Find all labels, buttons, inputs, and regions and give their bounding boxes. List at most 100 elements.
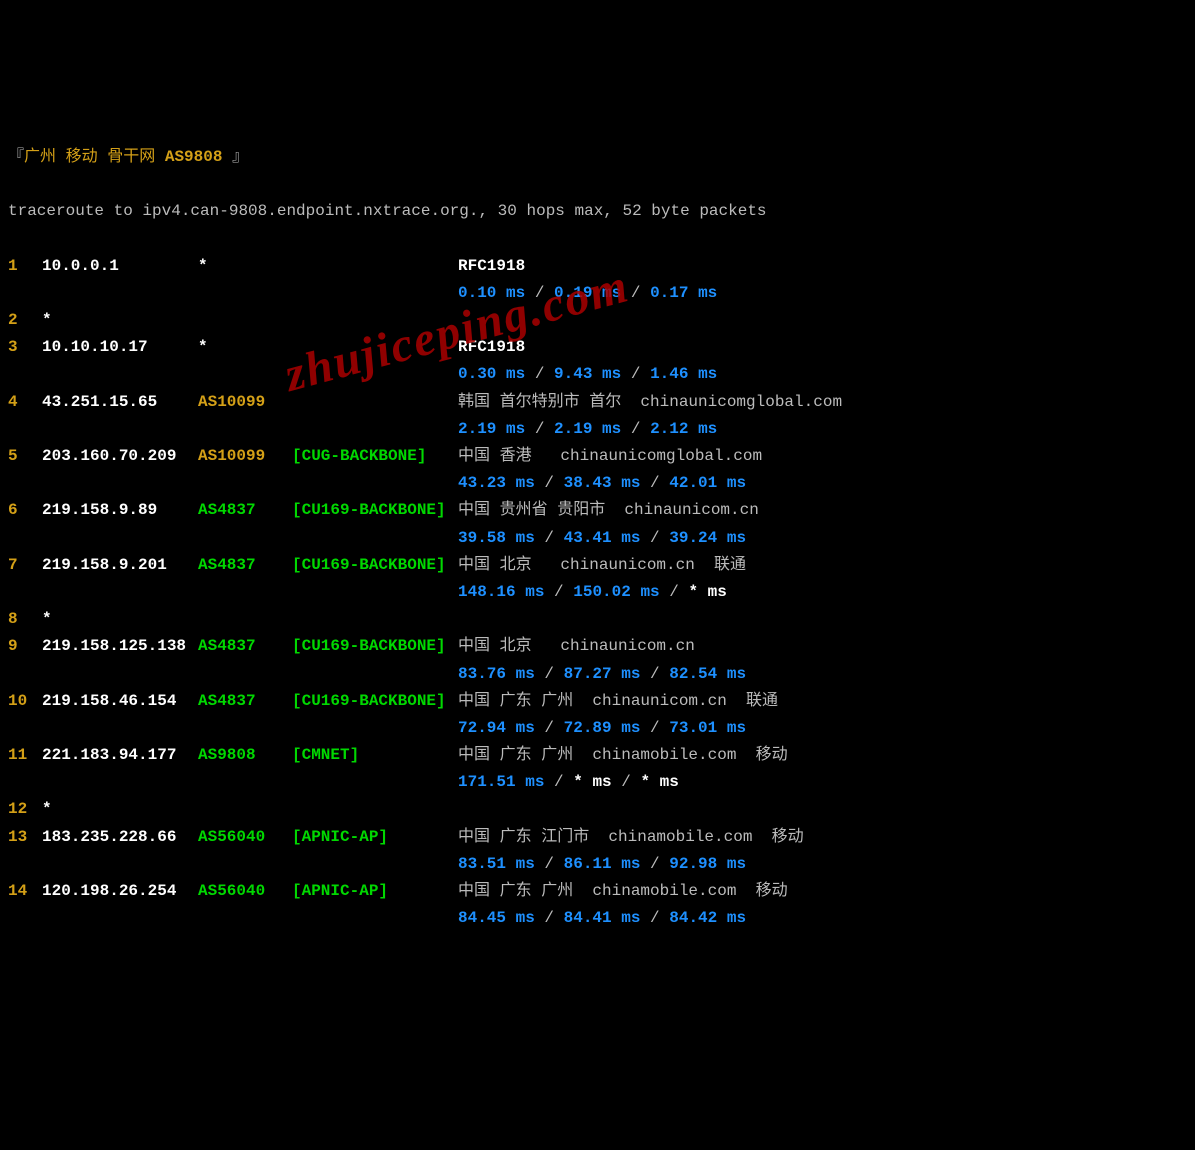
hop-latency-row: 2.19 ms / 2.19 ms / 2.12 ms (8, 416, 1187, 443)
latency-separator: / (535, 474, 564, 492)
latency-separator: / (621, 420, 650, 438)
bracket-open: 『 (8, 148, 24, 166)
hop-number: 11 (8, 742, 42, 769)
hop-asn: AS4837 (198, 552, 292, 579)
hop-netname: [CU169-BACKBONE] (292, 497, 458, 524)
hop-latency-row: 39.58 ms / 43.41 ms / 39.24 ms (8, 525, 1187, 552)
latency-value: * ms (688, 583, 726, 601)
latency-separator: / (640, 665, 669, 683)
hop-location: 中国 北京 chinaunicom.cn 联通 (458, 556, 746, 574)
bracket-close: 』 (232, 148, 248, 166)
hop-asn: AS9808 (198, 742, 292, 769)
hop-location: 中国 广东 广州 chinamobile.com 移动 (458, 746, 788, 764)
hop-row: 10219.158.46.154AS4837[CU169-BACKBONE]中国… (8, 688, 1187, 715)
hop-row: 7219.158.9.201AS4837[CU169-BACKBONE]中国 北… (8, 552, 1187, 579)
latency-value: 148.16 ms (458, 583, 544, 601)
header-as: AS9808 (165, 148, 223, 166)
hop-location: 中国 广东 广州 chinaunicom.cn 联通 (458, 692, 778, 710)
hop-ip: 221.183.94.177 (42, 742, 198, 769)
hop-netname: [CU169-BACKBONE] (292, 552, 458, 579)
latency-value: 1.46 ms (650, 365, 717, 383)
hop-row: 310.10.10.17*RFC1918 (8, 334, 1187, 361)
hop-ip: * (42, 606, 198, 633)
latency-value: 73.01 ms (669, 719, 746, 737)
hop-number: 9 (8, 633, 42, 660)
hop-latency-row: 43.23 ms / 38.43 ms / 42.01 ms (8, 470, 1187, 497)
hop-asn: AS56040 (198, 878, 292, 905)
hop-ip: 219.158.125.138 (42, 633, 198, 660)
header-location: 广州 移动 骨干网 (24, 148, 155, 166)
hop-asn: * (198, 253, 292, 280)
hop-asn: AS10099 (198, 443, 292, 470)
hop-location: 中国 贵州省 贵阳市 chinaunicom.cn (458, 501, 759, 519)
latency-separator: / (640, 855, 669, 873)
hop-asn: AS4837 (198, 497, 292, 524)
hop-ip: * (42, 796, 198, 823)
hop-row: 11221.183.94.177AS9808[CMNET]中国 广东 广州 ch… (8, 742, 1187, 769)
latency-value: 82.54 ms (669, 665, 746, 683)
hop-row: 2* (8, 307, 1187, 334)
hop-row: 443.251.15.65AS10099 韩国 首尔特别市 首尔 chinauni… (8, 389, 1187, 416)
hop-asn: AS10099 (198, 389, 292, 416)
latency-value: 0.10 ms (458, 284, 525, 302)
terminal-output: 『广州 移动 骨干网 AS9808 』 traceroute to ipv4.c… (8, 117, 1187, 960)
hop-number: 6 (8, 497, 42, 524)
latency-separator: / (544, 583, 573, 601)
hop-netname: [CU169-BACKBONE] (292, 688, 458, 715)
latency-value: 2.19 ms (554, 420, 621, 438)
latency-value: 72.89 ms (564, 719, 641, 737)
latency-separator: / (640, 529, 669, 547)
hop-number: 10 (8, 688, 42, 715)
command-line: traceroute to ipv4.can-9808.endpoint.nxt… (8, 198, 1187, 225)
hop-ip: 203.160.70.209 (42, 443, 198, 470)
hop-number: 7 (8, 552, 42, 579)
latency-separator: / (525, 365, 554, 383)
latency-separator: / (660, 583, 689, 601)
hop-location: RFC1918 (458, 338, 525, 356)
hop-latency-row: 84.45 ms / 84.41 ms / 84.42 ms (8, 905, 1187, 932)
hop-latency-row: 72.94 ms / 72.89 ms / 73.01 ms (8, 715, 1187, 742)
hop-asn: AS56040 (198, 824, 292, 851)
latency-separator: / (535, 529, 564, 547)
latency-value: 39.24 ms (669, 529, 746, 547)
hop-location: 韩国 首尔特别市 首尔 chinaunicomglobal.com (458, 393, 842, 411)
hop-number: 4 (8, 389, 42, 416)
hop-ip: 43.251.15.65 (42, 389, 198, 416)
latency-value: 83.51 ms (458, 855, 535, 873)
hop-netname: [CMNET] (292, 742, 458, 769)
hop-number: 13 (8, 824, 42, 851)
latency-separator: / (640, 909, 669, 927)
hop-asn: AS4837 (198, 688, 292, 715)
hop-netname: [CUG-BACKBONE] (292, 443, 458, 470)
latency-separator: / (640, 474, 669, 492)
latency-value: 43.23 ms (458, 474, 535, 492)
hop-ip: 10.10.10.17 (42, 334, 198, 361)
latency-value: 0.17 ms (650, 284, 717, 302)
latency-value: 9.43 ms (554, 365, 621, 383)
hop-row: 14120.198.26.254AS56040[APNIC-AP]中国 广东 广… (8, 878, 1187, 905)
hop-ip: 10.0.0.1 (42, 253, 198, 280)
latency-value: 2.12 ms (650, 420, 717, 438)
hop-number: 3 (8, 334, 42, 361)
hop-latency-row: 83.76 ms / 87.27 ms / 82.54 ms (8, 661, 1187, 688)
latency-value: 39.58 ms (458, 529, 535, 547)
latency-value: 42.01 ms (669, 474, 746, 492)
hop-latency-row: 0.10 ms / 0.19 ms / 0.17 ms (8, 280, 1187, 307)
latency-value: 92.98 ms (669, 855, 746, 873)
hop-latency-row: 83.51 ms / 86.11 ms / 92.98 ms (8, 851, 1187, 878)
latency-value: 2.19 ms (458, 420, 525, 438)
hop-ip: 219.158.9.201 (42, 552, 198, 579)
hop-ip: 120.198.26.254 (42, 878, 198, 905)
latency-separator: / (535, 719, 564, 737)
hop-number: 1 (8, 253, 42, 280)
hop-row: 12* (8, 796, 1187, 823)
hop-latency-row: 171.51 ms / * ms / * ms (8, 769, 1187, 796)
hop-ip: 183.235.228.66 (42, 824, 198, 851)
hop-row: 8* (8, 606, 1187, 633)
latency-value: 84.42 ms (669, 909, 746, 927)
hop-ip: 219.158.46.154 (42, 688, 198, 715)
hop-location: 中国 香港 chinaunicomglobal.com (458, 447, 762, 465)
latency-separator: / (544, 773, 573, 791)
hop-ip: * (42, 307, 198, 334)
latency-separator: / (535, 665, 564, 683)
